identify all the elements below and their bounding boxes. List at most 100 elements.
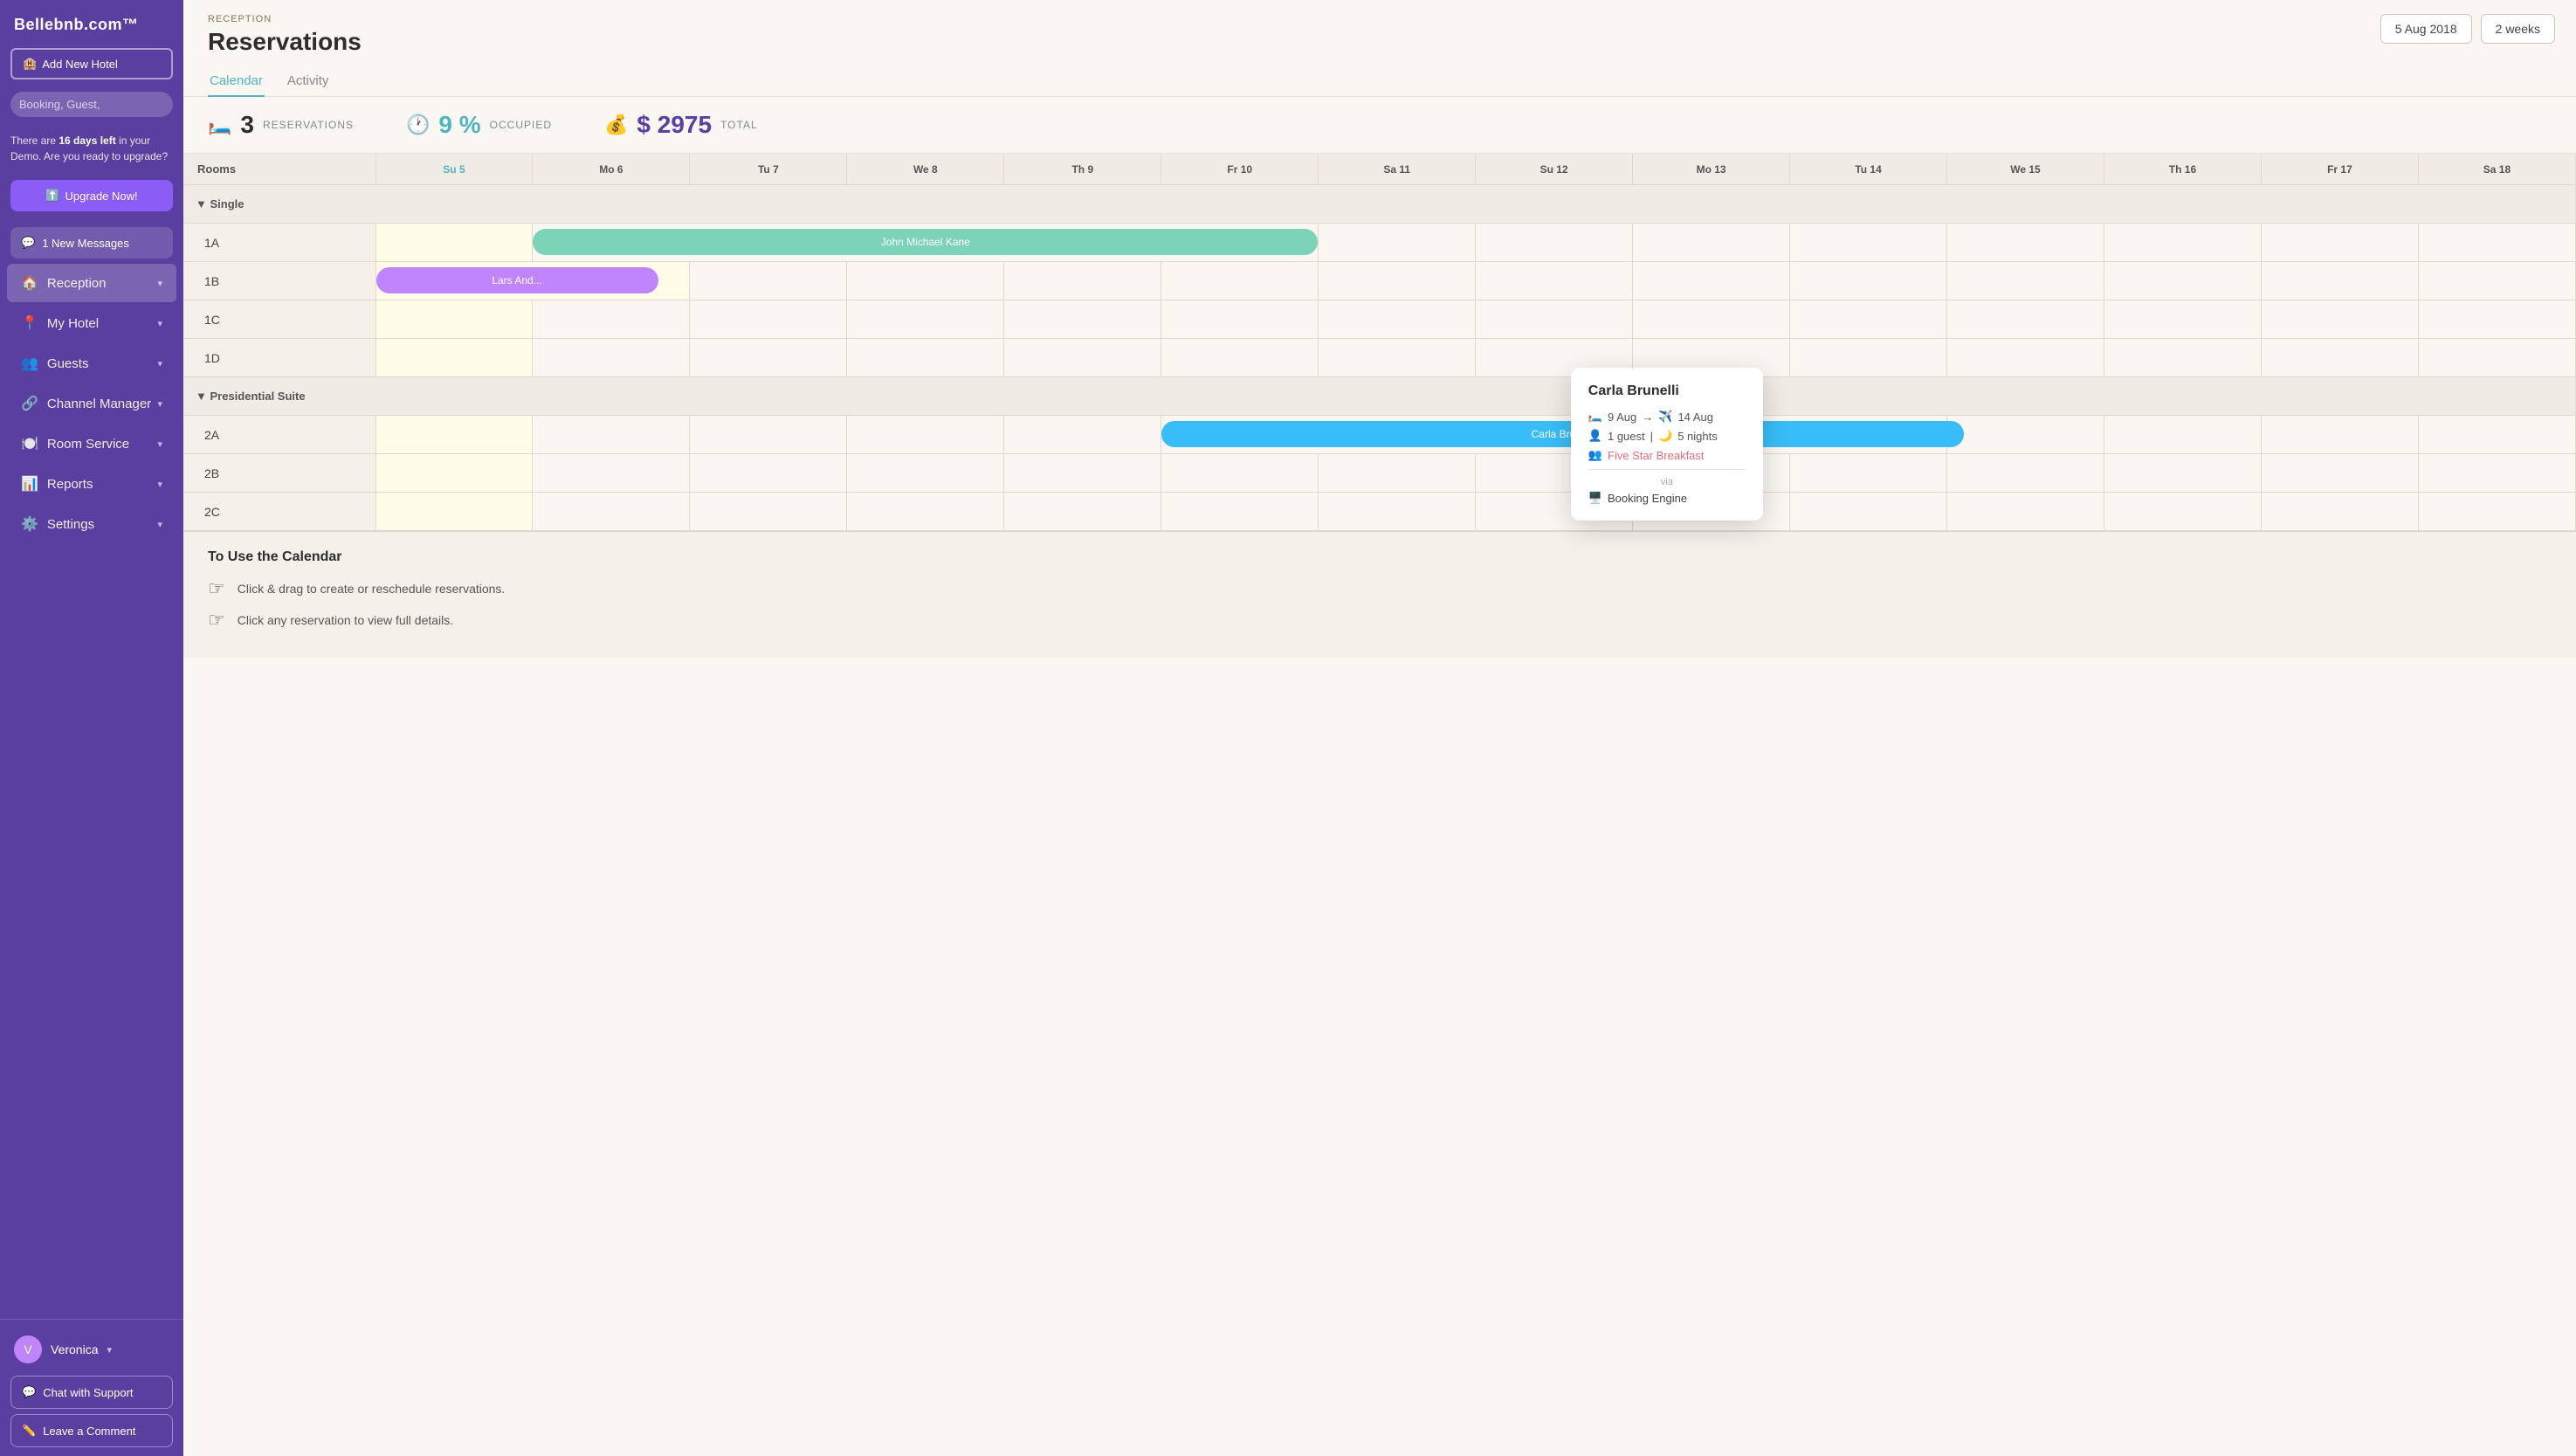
cell-2c-sa11[interactable] bbox=[1319, 493, 1476, 531]
cell-1b-th16[interactable] bbox=[2104, 262, 2261, 300]
calendar-area[interactable]: Rooms Su 5 Mo 6 Tu 7 We 8 Th 9 Fr 10 Sa … bbox=[183, 154, 2576, 1456]
cell-1c-sa11[interactable] bbox=[1319, 300, 1476, 339]
week-selector[interactable]: 2 weeks bbox=[2481, 14, 2555, 44]
cell-1c-mo6[interactable] bbox=[533, 300, 690, 339]
cell-1b-sa11[interactable] bbox=[1319, 262, 1476, 300]
add-new-hotel-button[interactable]: 🏨 Add New Hotel bbox=[10, 48, 173, 79]
cell-2c-mo6[interactable] bbox=[533, 493, 690, 531]
reservation-bar-john[interactable]: John Michael Kane bbox=[533, 229, 1318, 255]
cell-2b-we8[interactable] bbox=[847, 454, 1004, 493]
sidebar-item-guests[interactable]: 👥 Guests ▾ bbox=[7, 344, 176, 383]
cell-2a-sa18[interactable] bbox=[2418, 416, 2575, 454]
tab-calendar[interactable]: Calendar bbox=[208, 66, 265, 97]
cell-1b-we8[interactable] bbox=[847, 262, 1004, 300]
cell-2c-we8[interactable] bbox=[847, 493, 1004, 531]
cell-1c-fr10[interactable] bbox=[1161, 300, 1319, 339]
cell-1a-fr17[interactable] bbox=[2261, 224, 2418, 262]
cell-2a-tu7[interactable] bbox=[690, 416, 847, 454]
cell-2c-fr10[interactable] bbox=[1161, 493, 1319, 531]
cell-1c-sa18[interactable] bbox=[2418, 300, 2575, 339]
cell-2b-th9[interactable] bbox=[1004, 454, 1161, 493]
cell-1b-tu14[interactable] bbox=[1790, 262, 1947, 300]
cell-1a-mo6[interactable]: John Michael Kane bbox=[533, 224, 1319, 262]
cell-2c-we15[interactable] bbox=[1947, 493, 2104, 531]
cell-1b-we15[interactable] bbox=[1947, 262, 2104, 300]
cell-2b-th16[interactable] bbox=[2104, 454, 2261, 493]
cell-2b-mo6[interactable] bbox=[533, 454, 690, 493]
cell-1a-su12[interactable] bbox=[1476, 224, 1633, 262]
cell-1b-fr17[interactable] bbox=[2261, 262, 2418, 300]
cell-1c-su5[interactable] bbox=[375, 300, 533, 339]
cell-1d-sa11[interactable] bbox=[1319, 339, 1476, 377]
cell-1b-th9[interactable] bbox=[1004, 262, 1161, 300]
upgrade-button[interactable]: ⬆️ Upgrade Now! bbox=[10, 180, 173, 211]
sidebar-item-myhotel[interactable]: 📍 My Hotel ▾ bbox=[7, 304, 176, 342]
cell-2a-fr10[interactable]: Carla Brunelli bbox=[1161, 416, 1947, 454]
chat-support-button[interactable]: 💬 Chat with Support bbox=[10, 1376, 173, 1409]
cell-2a-we8[interactable] bbox=[847, 416, 1004, 454]
cell-1a-sa11[interactable] bbox=[1319, 224, 1476, 262]
cell-2a-mo6[interactable] bbox=[533, 416, 690, 454]
cell-1a-th16[interactable] bbox=[2104, 224, 2261, 262]
cell-1c-tu14[interactable] bbox=[1790, 300, 1947, 339]
cell-1a-sa18[interactable] bbox=[2418, 224, 2575, 262]
date-selector[interactable]: 5 Aug 2018 bbox=[2380, 14, 2472, 44]
sidebar-item-reception[interactable]: 🏠 Reception ▾ bbox=[7, 264, 176, 302]
cell-1d-we15[interactable] bbox=[1947, 339, 2104, 377]
cell-1c-th9[interactable] bbox=[1004, 300, 1161, 339]
cell-1c-th16[interactable] bbox=[2104, 300, 2261, 339]
cell-2b-tu14[interactable] bbox=[1790, 454, 1947, 493]
cell-1b-sa18[interactable] bbox=[2418, 262, 2575, 300]
sidebar-item-room-service[interactable]: 🍽️ Room Service ▾ bbox=[7, 424, 176, 463]
cell-2a-su5[interactable] bbox=[375, 416, 533, 454]
cell-2a-fr17[interactable] bbox=[2261, 416, 2418, 454]
cell-2b-fr17[interactable] bbox=[2261, 454, 2418, 493]
messages-button[interactable]: 💬 1 New Messages bbox=[10, 227, 173, 259]
cell-2c-sa18[interactable] bbox=[2418, 493, 2575, 531]
leave-comment-button[interactable]: ✏️ Leave a Comment bbox=[10, 1414, 173, 1447]
cell-1d-tu7[interactable] bbox=[690, 339, 847, 377]
cell-2c-tu14[interactable] bbox=[1790, 493, 1947, 531]
cell-1c-tu7[interactable] bbox=[690, 300, 847, 339]
cell-2b-sa11[interactable] bbox=[1319, 454, 1476, 493]
cell-1d-tu14[interactable] bbox=[1790, 339, 1947, 377]
cell-2a-we15[interactable] bbox=[1947, 416, 2104, 454]
tab-activity[interactable]: Activity bbox=[286, 66, 331, 97]
cell-1d-th9[interactable] bbox=[1004, 339, 1161, 377]
sidebar-item-channel-manager[interactable]: 🔗 Channel Manager ▾ bbox=[7, 384, 176, 423]
sidebar-item-settings[interactable]: ⚙️ Settings ▾ bbox=[7, 505, 176, 543]
cell-1b-mo13[interactable] bbox=[1633, 262, 1790, 300]
cell-1a-su5[interactable] bbox=[375, 224, 533, 262]
cell-2c-th9[interactable] bbox=[1004, 493, 1161, 531]
cell-1c-mo13[interactable] bbox=[1633, 300, 1790, 339]
cell-1d-mo6[interactable] bbox=[533, 339, 690, 377]
reservation-bar-lars[interactable]: Lars And... bbox=[376, 267, 658, 293]
cell-1b-su12[interactable] bbox=[1476, 262, 1633, 300]
cell-1a-tu14[interactable] bbox=[1790, 224, 1947, 262]
cell-2b-tu7[interactable] bbox=[690, 454, 847, 493]
cell-2c-su5[interactable] bbox=[375, 493, 533, 531]
cell-1b-fr10[interactable] bbox=[1161, 262, 1319, 300]
cell-2b-sa18[interactable] bbox=[2418, 454, 2575, 493]
sidebar-item-reports[interactable]: 📊 Reports ▾ bbox=[7, 465, 176, 503]
cell-1d-fr17[interactable] bbox=[2261, 339, 2418, 377]
search-input[interactable] bbox=[10, 92, 173, 117]
cell-1d-su5[interactable] bbox=[375, 339, 533, 377]
cell-2c-tu7[interactable] bbox=[690, 493, 847, 531]
cell-1d-we8[interactable] bbox=[847, 339, 1004, 377]
cell-2b-fr10[interactable] bbox=[1161, 454, 1319, 493]
cell-1c-we15[interactable] bbox=[1947, 300, 2104, 339]
cell-1a-mo13[interactable] bbox=[1633, 224, 1790, 262]
cell-1c-fr17[interactable] bbox=[2261, 300, 2418, 339]
cell-1c-we8[interactable] bbox=[847, 300, 1004, 339]
cell-1c-su12[interactable] bbox=[1476, 300, 1633, 339]
cell-2b-su5[interactable] bbox=[375, 454, 533, 493]
cell-1b-tu7[interactable] bbox=[690, 262, 847, 300]
cell-2b-we15[interactable] bbox=[1947, 454, 2104, 493]
cell-1d-fr10[interactable] bbox=[1161, 339, 1319, 377]
cell-1b-su5[interactable]: Lars And... bbox=[375, 262, 690, 300]
reservation-bar-carla[interactable]: Carla Brunelli bbox=[1161, 421, 1964, 447]
cell-1d-th16[interactable] bbox=[2104, 339, 2261, 377]
cell-1a-we15[interactable] bbox=[1947, 224, 2104, 262]
cell-1d-sa18[interactable] bbox=[2418, 339, 2575, 377]
